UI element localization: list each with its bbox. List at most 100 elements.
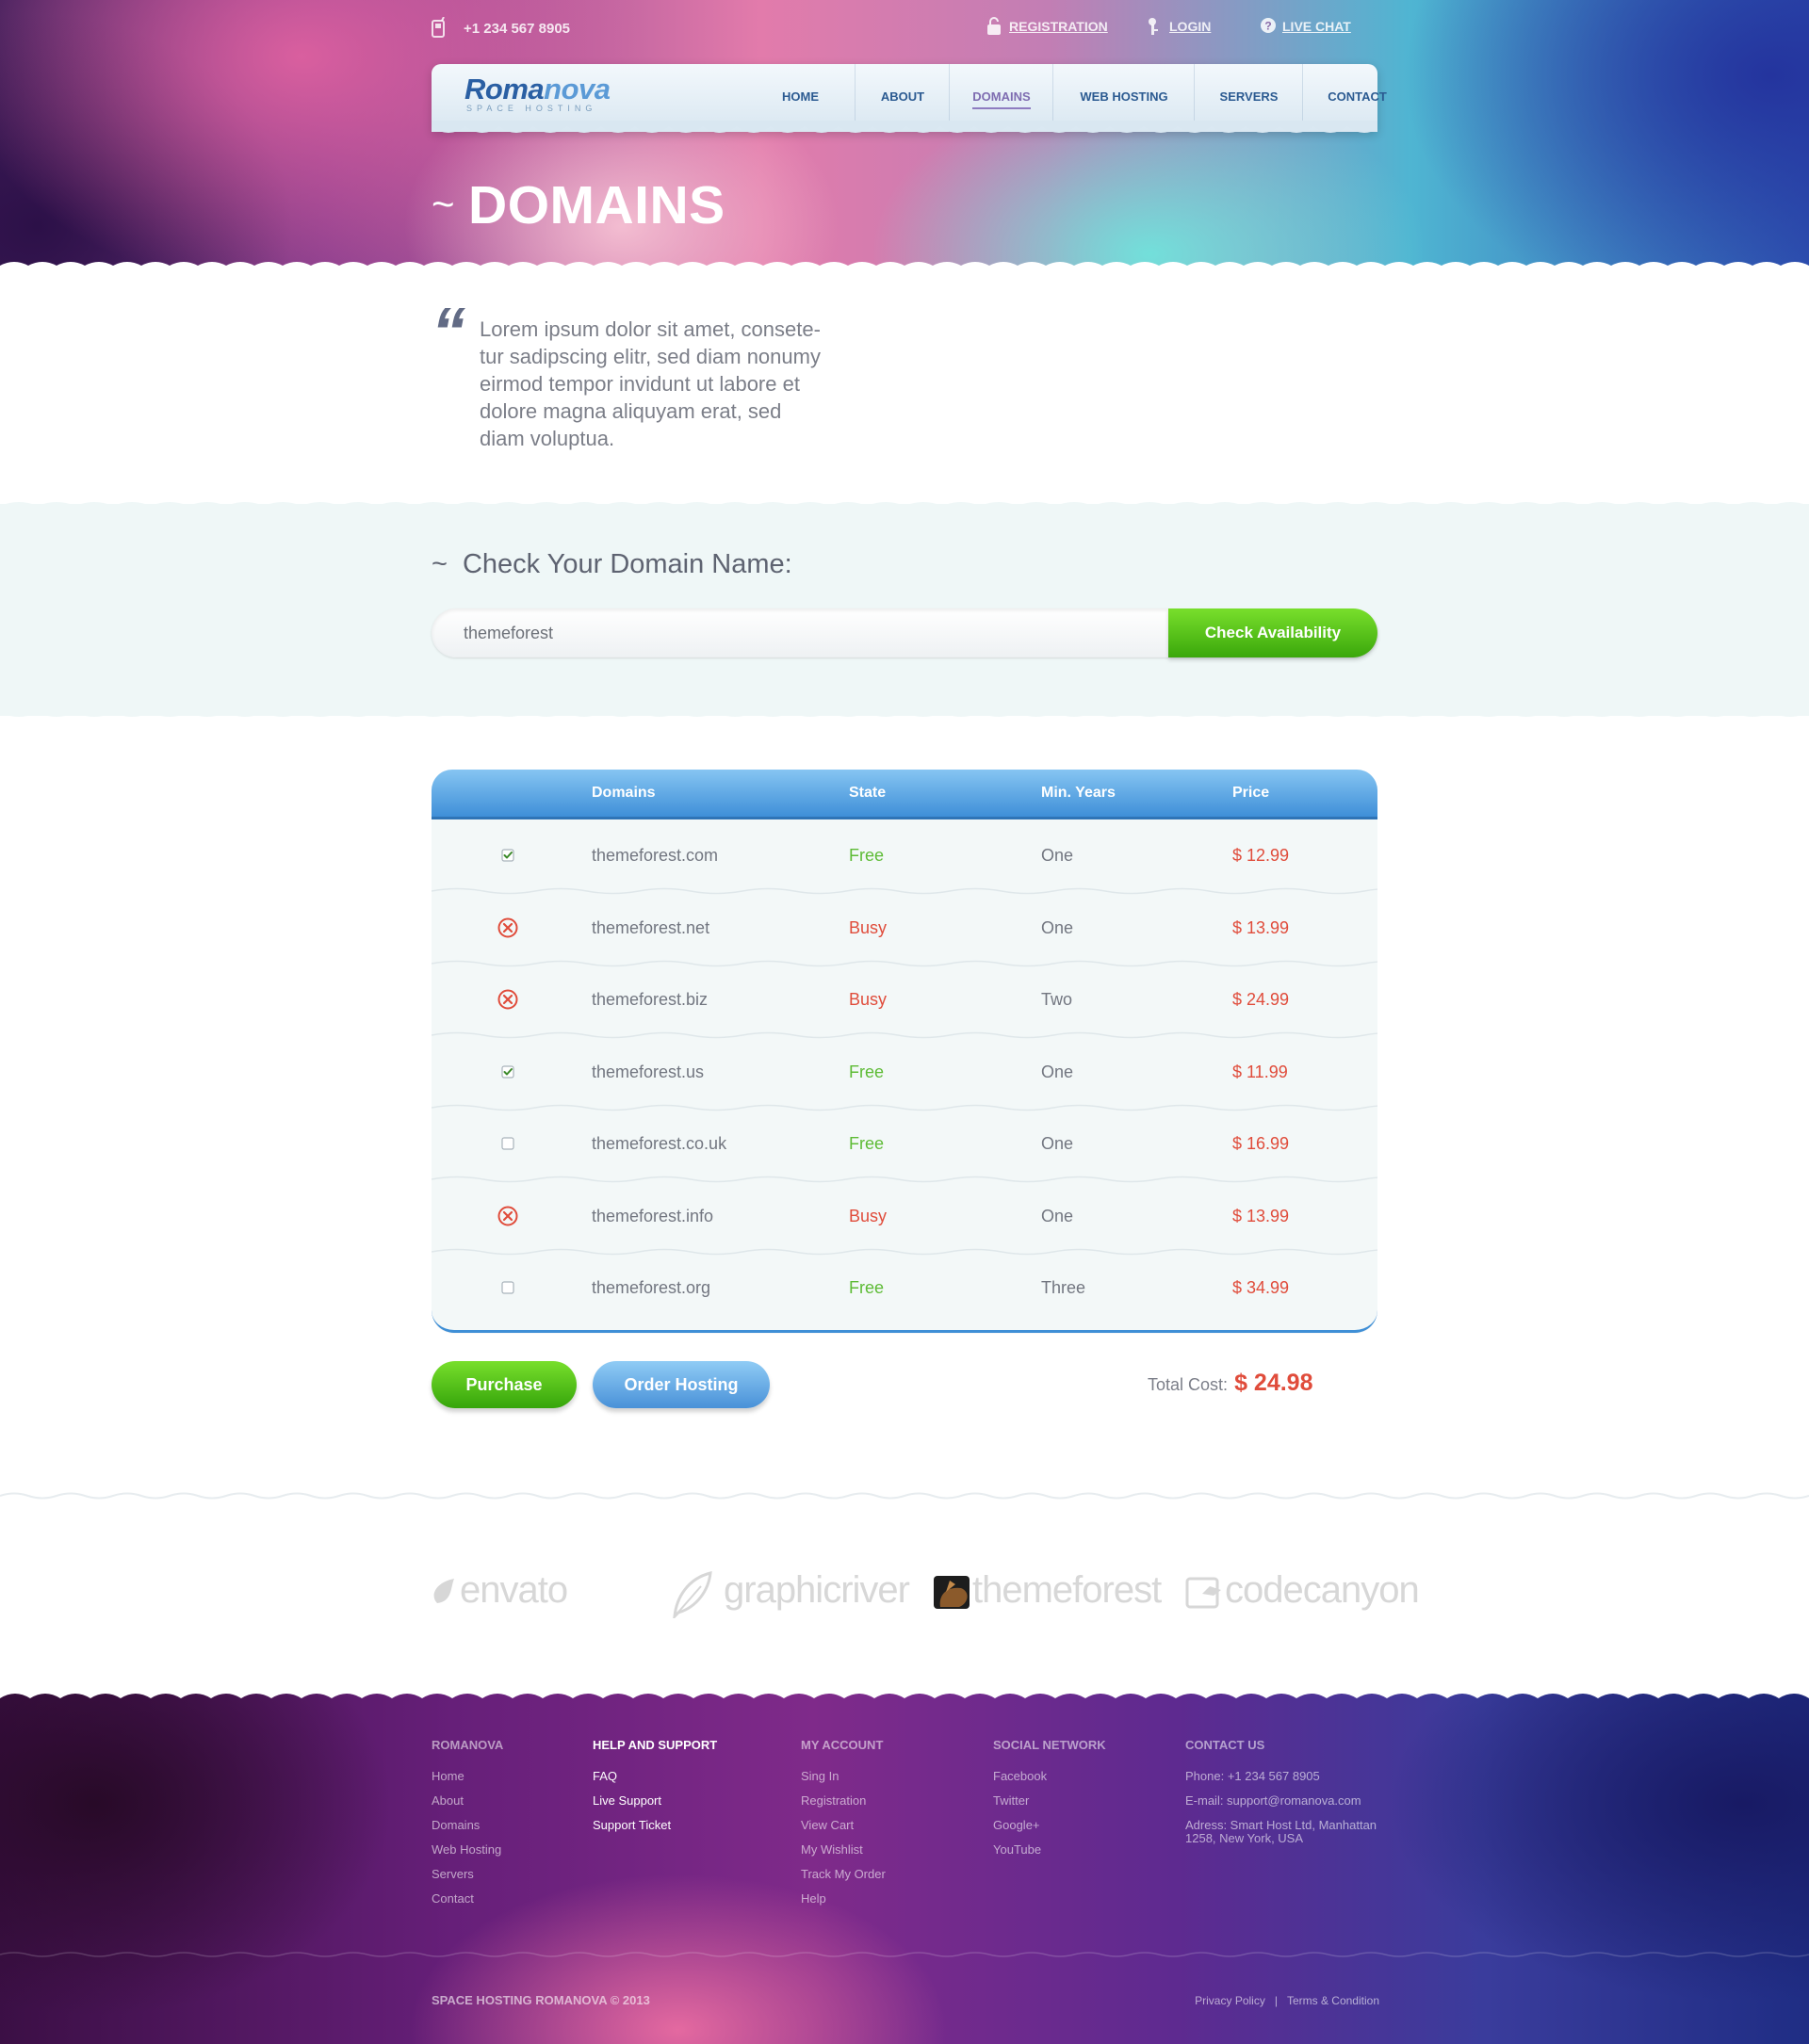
checkbox-checked-icon[interactable] (497, 1062, 518, 1082)
footer-col-contact: CONTACT US Phone: +1 234 567 8905 E-mail… (1185, 1738, 1383, 1845)
footer-link-help[interactable]: Help (801, 1892, 886, 1917)
footer-contact-phone: Phone: +1 234 567 8905 (1185, 1769, 1320, 1783)
login-link-label: LOGIN (1169, 19, 1212, 34)
footer-link-about[interactable]: About (432, 1794, 503, 1819)
partners-row: envato graphicriver themeforest codecany… (432, 1564, 1420, 1620)
terms-condition-link[interactable]: Terms & Condition (1287, 1994, 1379, 2007)
table-row[interactable]: themeforest.biz Busy Two $ 24.99 (432, 964, 1377, 1039)
check-availability-button[interactable]: Check Availability (1168, 608, 1377, 657)
purchase-button[interactable]: Purchase (432, 1361, 577, 1408)
graphicriver-feather-icon (673, 1571, 712, 1618)
navbar-scallop-edge (432, 121, 1377, 133)
footer-wave-path (0, 1691, 1809, 1698)
navbar-scallop-path (432, 121, 1377, 133)
legal-separator: | (1274, 1994, 1278, 2007)
footer: ROMANOVA Home About Domains Web Hosting … (0, 1691, 1809, 2044)
table-row[interactable]: themeforest.info Busy One $ 13.99 (432, 1180, 1377, 1255)
table-row[interactable]: themeforest.org Free Three $ 34.99 (432, 1252, 1377, 1323)
footer-col-romanova: ROMANOVA Home About Domains Web Hosting … (432, 1738, 503, 1917)
footer-link-support-ticket[interactable]: Support Ticket (593, 1819, 717, 1843)
domain-price: $ 16.99 (1232, 1134, 1290, 1153)
footer-link-registration[interactable]: Registration (801, 1794, 886, 1819)
footer-copyright: SPACE HOSTING ROMANOVA © 2013 (432, 1993, 650, 2007)
codecanyon-icon (1185, 1577, 1221, 1609)
min-years: One (1041, 1134, 1074, 1153)
table-row[interactable]: themeforest.com Free One $ 12.99 (432, 819, 1377, 895)
min-years: Two (1041, 990, 1073, 1009)
lock-icon (987, 17, 1001, 35)
footer-link-google-plus[interactable]: Google+ (993, 1819, 1106, 1843)
registration-link[interactable]: REGISTRATION (987, 17, 1108, 35)
footer-link-domains[interactable]: Domains (432, 1819, 503, 1843)
domain-price: $ 13.99 (1232, 1206, 1290, 1225)
footer-link-view-cart[interactable]: View Cart (801, 1819, 886, 1843)
footer-link-youtube[interactable]: YouTube (993, 1843, 1106, 1868)
domain-price: $ 11.99 (1232, 1062, 1288, 1081)
quote-icon: “ (432, 295, 465, 370)
footer-link-servers[interactable]: Servers (432, 1868, 503, 1892)
domain-price: $ 24.99 (1232, 990, 1290, 1009)
envato-leaf-icon (433, 1579, 454, 1603)
footer-col-heading: MY ACCOUNT (801, 1738, 884, 1752)
footer-link-live-support[interactable]: Live Support (593, 1794, 717, 1819)
domain-state: Free (849, 846, 885, 865)
domain-name: themeforest.us (592, 1062, 705, 1081)
domain-name: themeforest.co.uk (592, 1134, 727, 1153)
table-row[interactable]: themeforest.us Free One $ 11.99 (432, 1036, 1377, 1111)
hero-wave-edge (0, 262, 1809, 268)
footer-col-heading: ROMANOVA (432, 1738, 504, 1752)
footer-link-contact[interactable]: Contact (432, 1892, 503, 1917)
live-chat-link-label: LIVE CHAT (1282, 19, 1351, 34)
table-header: Domains State Min. Years Price (432, 770, 1377, 819)
footer-link-facebook[interactable]: Facebook (993, 1770, 1106, 1794)
domain-name: themeforest.info (592, 1206, 714, 1225)
footer-col-social: SOCIAL NETWORK Facebook Twitter Google+ … (993, 1738, 1106, 1868)
checkbox-unchecked-icon[interactable] (497, 1133, 518, 1154)
domain-search-input[interactable] (432, 608, 1166, 657)
table-row[interactable]: themeforest.net Busy One $ 13.99 (432, 892, 1377, 966)
footer-legal-links: Privacy Policy | Terms & Condition (1195, 1994, 1379, 2007)
privacy-policy-link[interactable]: Privacy Policy (1195, 1994, 1265, 2007)
order-hosting-button[interactable]: Order Hosting (593, 1361, 770, 1408)
min-years: One (1041, 846, 1074, 865)
checkbox-unchecked-icon[interactable] (497, 1277, 518, 1298)
domain-name: themeforest.org (592, 1278, 711, 1297)
col-domains: Domains (592, 785, 656, 801)
section-divider-path (0, 1492, 1809, 1500)
live-chat-link[interactable]: ? LIVE CHAT (1261, 18, 1351, 34)
domain-state: Busy (849, 1206, 888, 1225)
min-years: Three (1041, 1278, 1086, 1297)
min-years: One (1041, 1062, 1074, 1081)
logo[interactable]: Romanova SPACE HOSTING (464, 73, 611, 113)
domain-state: Free (849, 1134, 885, 1153)
footer-link-twitter[interactable]: Twitter (993, 1794, 1106, 1819)
footer-link-wishlist[interactable]: My Wishlist (801, 1843, 886, 1868)
footer-link-home[interactable]: Home (432, 1770, 503, 1794)
domain-state: Busy (849, 917, 888, 937)
footer-wave-edge (0, 1691, 1809, 1698)
busy-x-icon (497, 989, 518, 1010)
search-title: ~ Check Your Domain Name: (432, 549, 792, 579)
footer-link-sign-in[interactable]: Sing In (801, 1770, 886, 1794)
table-row[interactable]: themeforest.co.uk Free One $ 16.99 (432, 1108, 1377, 1183)
registration-link-label: REGISTRATION (1009, 19, 1108, 34)
domains-table: Domains State Min. Years Price themefore… (432, 770, 1377, 1333)
domain-name: themeforest.com (592, 846, 719, 865)
question-icon: ? (1261, 18, 1276, 33)
col-min-years: Min. Years (1041, 785, 1116, 801)
domain-price: $ 13.99 (1232, 917, 1290, 937)
footer-contact-email[interactable]: E-mail: support@romanova.com (1185, 1794, 1383, 1819)
footer-col-heading: CONTACT US (1185, 1738, 1265, 1752)
phone-icon (432, 17, 445, 38)
key-icon (1149, 18, 1158, 35)
col-state: State (849, 785, 887, 801)
footer-divider-path (0, 1952, 1809, 1957)
footer-link-track-order[interactable]: Track My Order (801, 1868, 886, 1892)
intro-text: Lorem ipsum dolor sit amet, consete-tur … (480, 317, 821, 450)
login-link[interactable]: LOGIN (1149, 18, 1212, 35)
footer-link-web-hosting[interactable]: Web Hosting (432, 1843, 503, 1868)
footer-link-faq[interactable]: FAQ (593, 1770, 717, 1794)
min-years: One (1041, 1206, 1074, 1225)
checkbox-checked-icon[interactable] (497, 845, 518, 866)
logo-wordmark: Romanova (464, 73, 611, 105)
